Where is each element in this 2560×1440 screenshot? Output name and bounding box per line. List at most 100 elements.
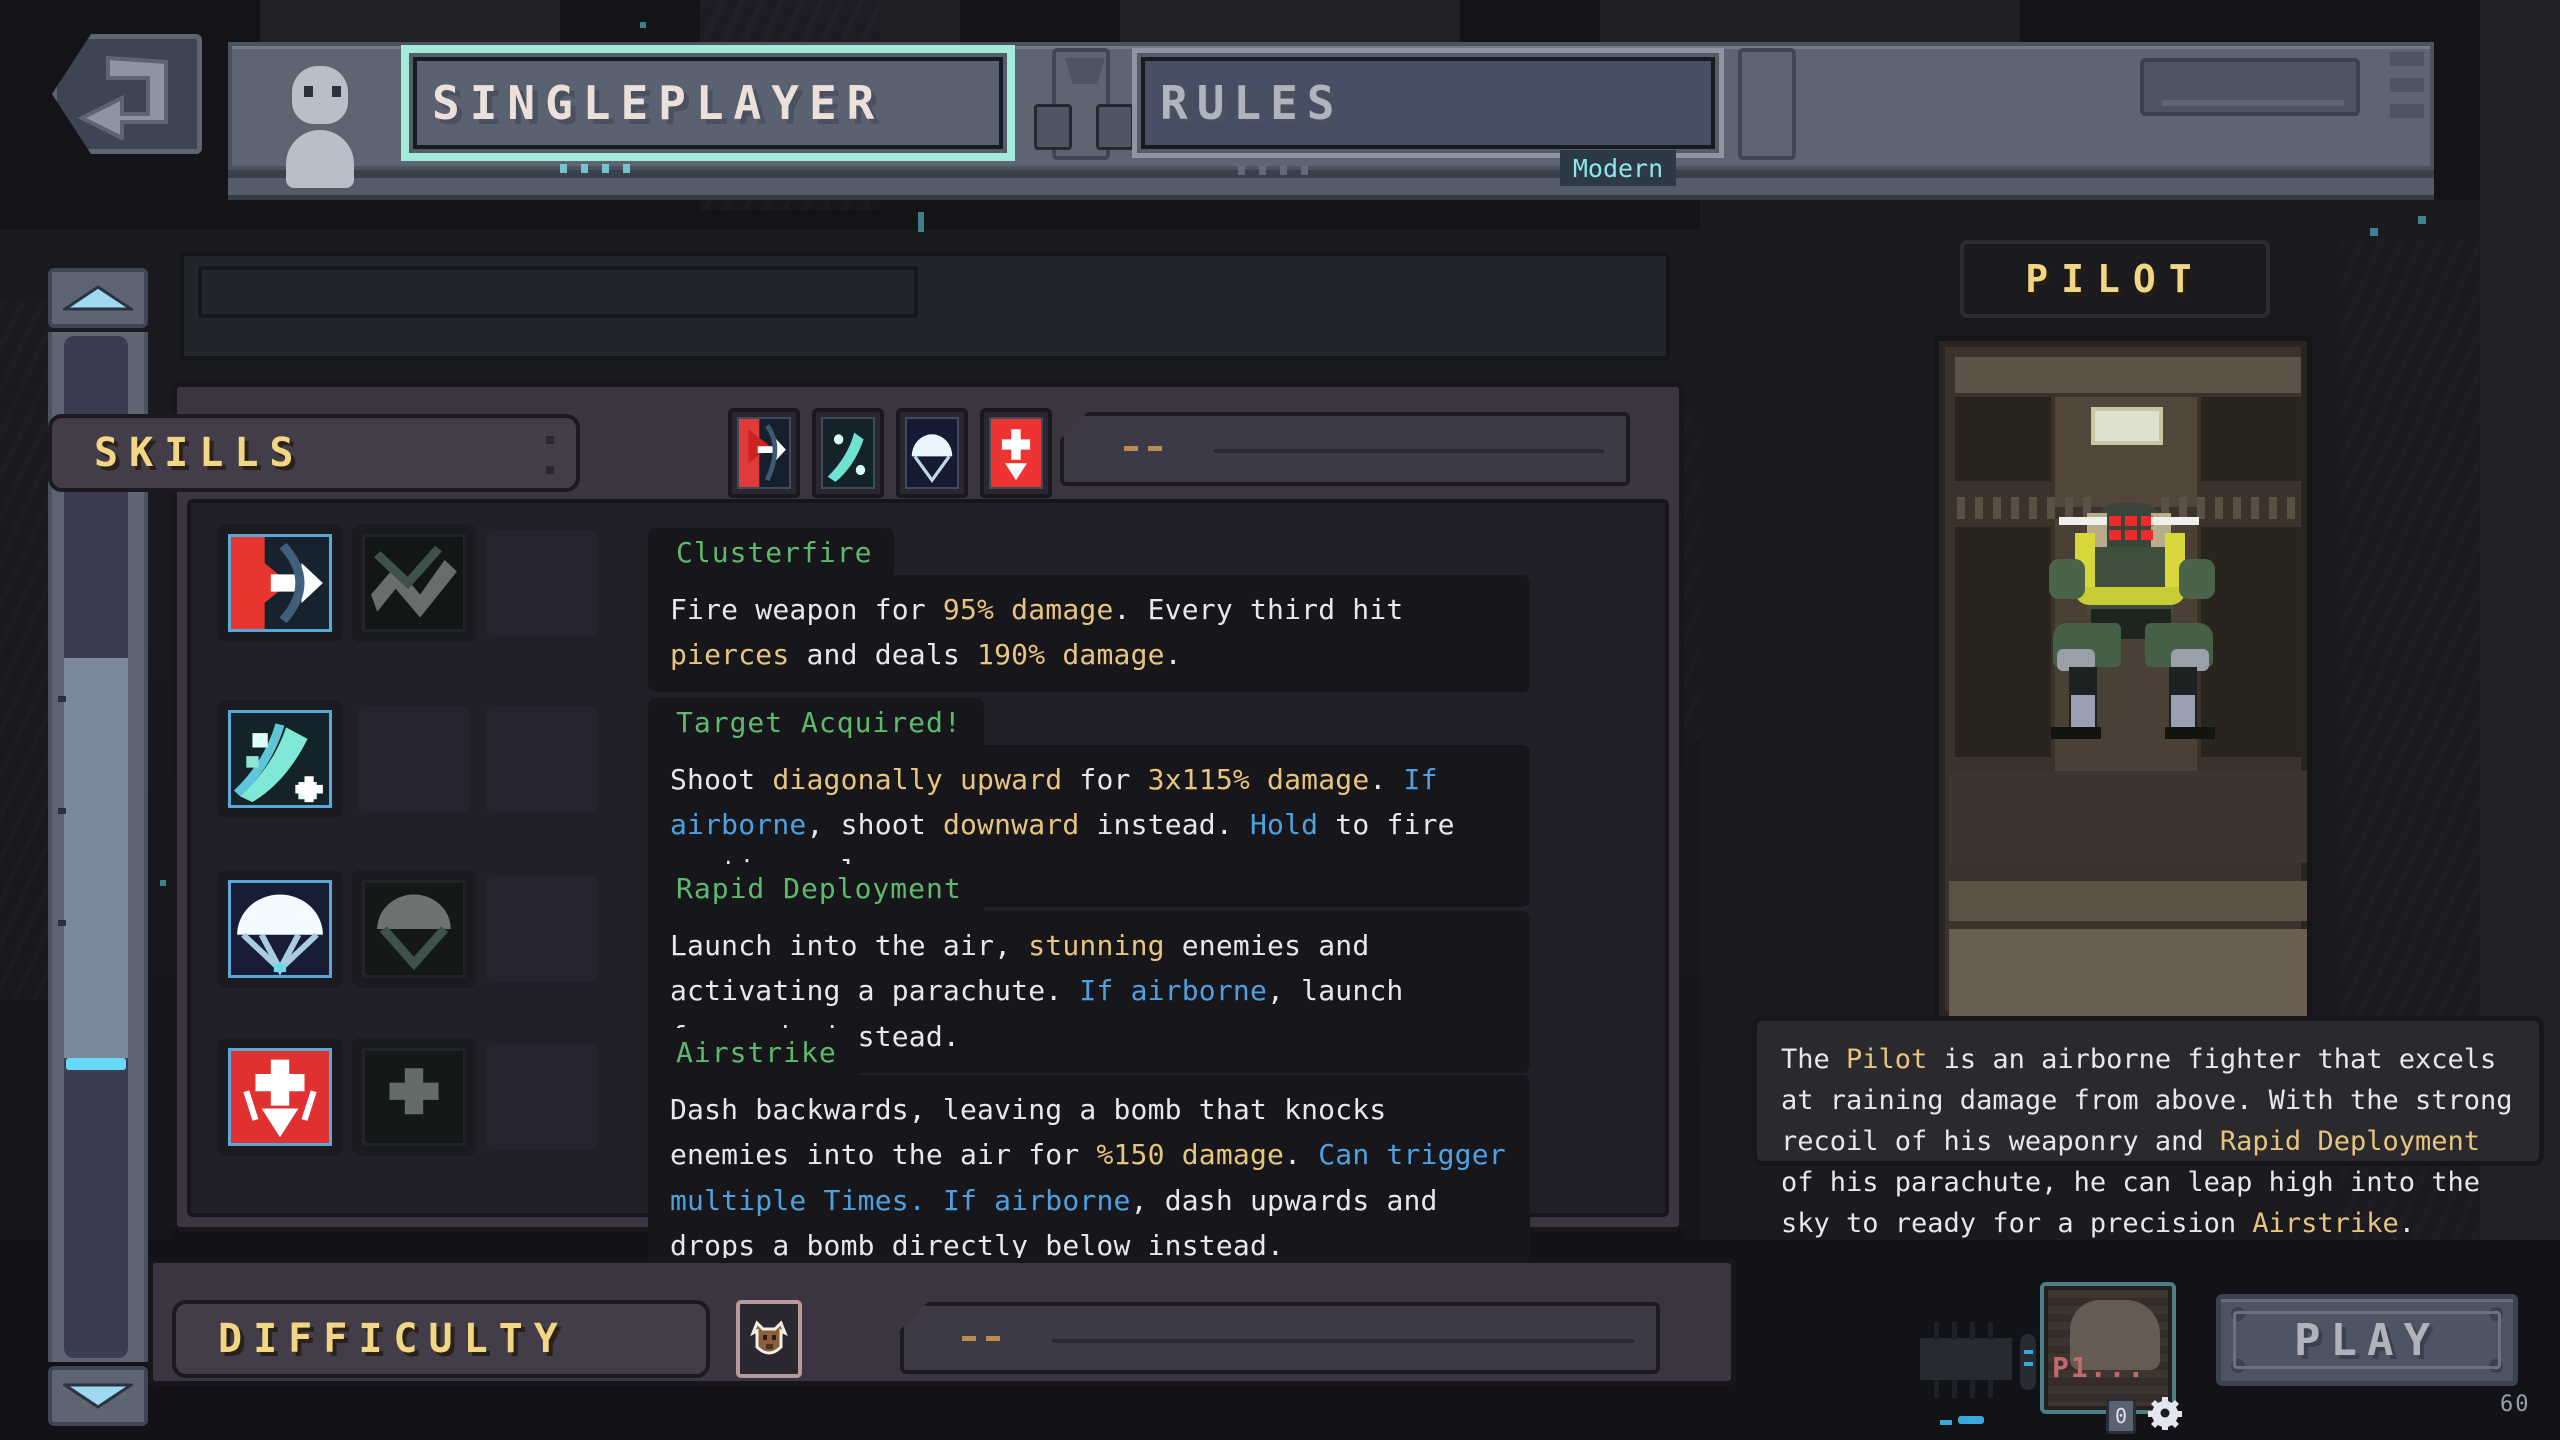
skill-description-text: Dash backwards, leaving a bomb that knoc…: [648, 1075, 1530, 1283]
pilot-visor-light: [2141, 530, 2153, 540]
background-side-column: [2480, 0, 2560, 1440]
header-dot: [546, 466, 554, 474]
tab-singleplayer-label: SINGLEPLAYER: [432, 76, 885, 130]
module-line: [2162, 100, 2344, 106]
play-button[interactable]: PLAY: [2216, 1294, 2518, 1386]
pilot-foot: [2165, 727, 2215, 739]
skill-tab-target-acquired[interactable]: [812, 408, 884, 498]
topbar-right-indicators: [2390, 52, 2424, 144]
chevron-down-icon: [63, 1383, 133, 1409]
fps-counter: 60: [2500, 1392, 2531, 1417]
topbar-joint: [1738, 48, 1796, 160]
difficulty-icon-button[interactable]: [736, 1300, 802, 1378]
portrait-panel: [2201, 397, 2301, 481]
topbar-joint: [1034, 48, 1134, 160]
pilot-shoulder-bar: [2151, 517, 2199, 525]
skill-alt-icon-slot[interactable]: [352, 524, 476, 642]
game-screen: SINGLEPLAYER RULES Modern SKILLS Cluster…: [0, 0, 2560, 1440]
difficulty-label: DIFFICULTY: [218, 1316, 569, 1362]
character-description-text: The Pilot is an airborne fighter that ex…: [1781, 1044, 2513, 1240]
character-title: PILOT: [2025, 257, 2205, 301]
pilot-harness-bar: [2075, 587, 2185, 605]
skill-icon-slot[interactable]: [218, 1038, 342, 1156]
portrait-panel: [1949, 771, 2307, 863]
skill-description-clusterfire: Clusterfire Fire weapon for 95% damage. …: [648, 528, 1530, 692]
avatar-eye-icon: [332, 86, 341, 97]
target-acquired-icon: [821, 417, 875, 489]
skill-empty-slot[interactable]: [486, 1044, 598, 1150]
skill-description-text: Fire weapon for 95% damage. Every third …: [648, 575, 1530, 692]
difficulty-rail: [900, 1302, 1660, 1374]
pilot-visor-light: [2109, 516, 2121, 526]
gear-icon[interactable]: [2148, 1396, 2182, 1430]
pilot-arm: [2049, 559, 2085, 599]
scroll-down-button[interactable]: [48, 1366, 148, 1426]
skill-empty-slot[interactable]: [358, 706, 470, 812]
ruleset-badge[interactable]: Modern: [1560, 150, 1676, 186]
airstrike-alt-icon: [362, 1048, 466, 1146]
scroll-up-button[interactable]: [48, 268, 148, 328]
pilot-shoulder-bar: [2059, 517, 2107, 525]
skill-name: Target Acquired!: [648, 698, 984, 745]
skill-tab-row[interactable]: [728, 408, 1052, 498]
skill-tab-rapid-deployment[interactable]: [896, 408, 968, 498]
skill-empty-slot[interactable]: [486, 876, 598, 982]
rapid-deployment-alt-icon: [362, 880, 466, 978]
skills-header-button[interactable]: SKILLS: [48, 414, 580, 492]
tab-rules[interactable]: RULES: [1132, 48, 1724, 158]
pilot-boot: [2071, 695, 2095, 731]
skill-tab-clusterfire[interactable]: [728, 408, 800, 498]
skill-alt-icon-slot[interactable]: [352, 1038, 476, 1156]
key-slot-icon[interactable]: 0: [2106, 1398, 2136, 1434]
skill-icon-slot[interactable]: [218, 524, 342, 642]
pilot-arm: [2179, 559, 2215, 599]
back-button[interactable]: [52, 34, 202, 154]
spark: [2370, 228, 2378, 236]
tab-singleplayer[interactable]: SINGLEPLAYER: [404, 48, 1012, 158]
joint-cap: [1065, 58, 1105, 84]
topbar-right-module: [2140, 58, 2360, 116]
player-slot-label: P1...: [2052, 1351, 2147, 1384]
skill-alt-icon-slot[interactable]: [352, 870, 476, 988]
player-avatar: [248, 42, 388, 188]
spark: [640, 22, 646, 28]
rail-segments: [962, 1336, 1000, 1341]
pilot-boot: [2171, 695, 2195, 731]
rail-line: [1052, 1339, 1634, 1343]
pilot-visor-light: [2125, 530, 2137, 540]
collapsed-panel-above-skills[interactable]: [180, 252, 1670, 360]
portrait-teeth: [1957, 497, 2091, 519]
clusterfire-icon: [737, 417, 791, 489]
player-character-thumbnail[interactable]: P1...: [2040, 1282, 2176, 1414]
avatar-body-icon: [286, 130, 354, 188]
airstrike-icon: [989, 417, 1043, 489]
avatar-eye-icon: [304, 86, 313, 97]
skill-name: Clusterfire: [648, 528, 895, 575]
portrait-panel: [1955, 397, 2051, 481]
rail-line: [1214, 449, 1604, 453]
difficulty-button[interactable]: DIFFICULTY: [172, 1300, 710, 1378]
beast-head-icon: [750, 1320, 788, 1355]
spark: [160, 880, 166, 886]
tab-rules-label: RULES: [1160, 76, 1344, 130]
skill-empty-slot[interactable]: [486, 706, 598, 812]
play-button-label: PLAY: [2294, 1314, 2440, 1366]
skill-icon-slot[interactable]: [218, 700, 342, 818]
scrollbar-thumb[interactable]: [58, 658, 128, 1070]
portrait-panel: [1955, 357, 2301, 393]
portrait-panel: [2201, 527, 2301, 757]
pilot-foot: [2051, 727, 2101, 739]
joint-bolt: [1034, 104, 1072, 150]
rapid-deployment-icon: [905, 417, 959, 489]
skill-empty-slot[interactable]: [486, 530, 598, 636]
collapsed-panel-line: [198, 266, 918, 318]
skill-tab-airstrike[interactable]: [980, 408, 1052, 498]
target-acquired-icon: [228, 710, 332, 808]
ruleset-badge-label: Modern: [1572, 153, 1664, 183]
pilot-visor-light: [2125, 516, 2137, 526]
clusterfire-alt-icon: [362, 534, 466, 632]
spark: [918, 212, 924, 232]
skill-icon-slot[interactable]: [218, 870, 342, 988]
pilot-visor-light: [2109, 530, 2121, 540]
character-portrait-frame: [1934, 336, 2312, 1022]
